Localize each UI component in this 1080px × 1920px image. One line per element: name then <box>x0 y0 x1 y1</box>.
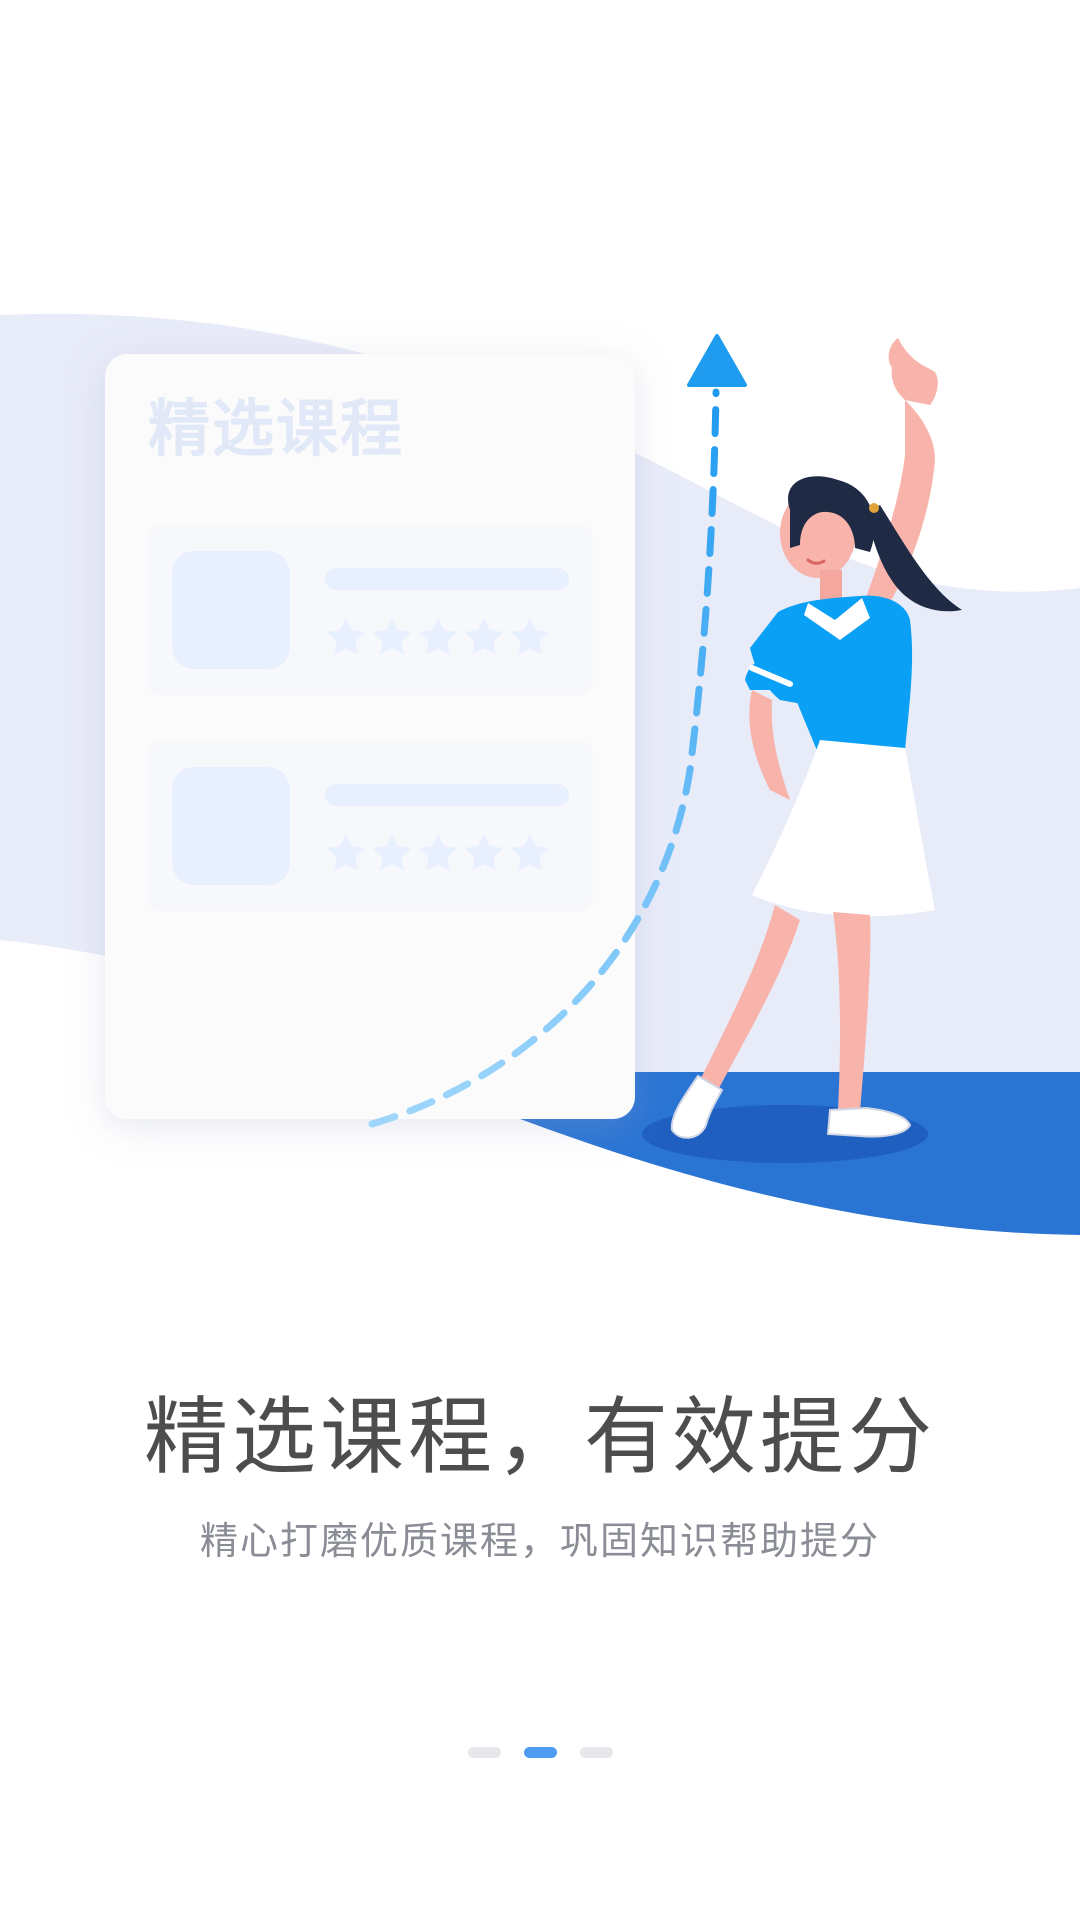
card-title: 精选课程 <box>148 392 405 465</box>
page-dot-1[interactable] <box>467 1747 501 1758</box>
onboarding-headline: 精选课程，有效提分 <box>143 1388 936 1486</box>
course-card <box>105 354 635 1119</box>
onboarding-subtitle: 精心打磨优质课程，巩固知识帮助提分 <box>199 1519 880 1563</box>
onboarding-screen: 精选课程 精选课程，有效提分 精心打磨优质课程，巩固知识帮助提分 <box>0 0 1080 1920</box>
page-dot-2-active[interactable] <box>523 1747 557 1758</box>
course-item <box>147 741 593 911</box>
page-indicator <box>0 1747 1080 1759</box>
course-illustration <box>0 313 1080 1235</box>
up-arrow-icon <box>687 334 747 387</box>
course-item <box>147 525 593 695</box>
page-dot-3[interactable] <box>579 1747 613 1758</box>
